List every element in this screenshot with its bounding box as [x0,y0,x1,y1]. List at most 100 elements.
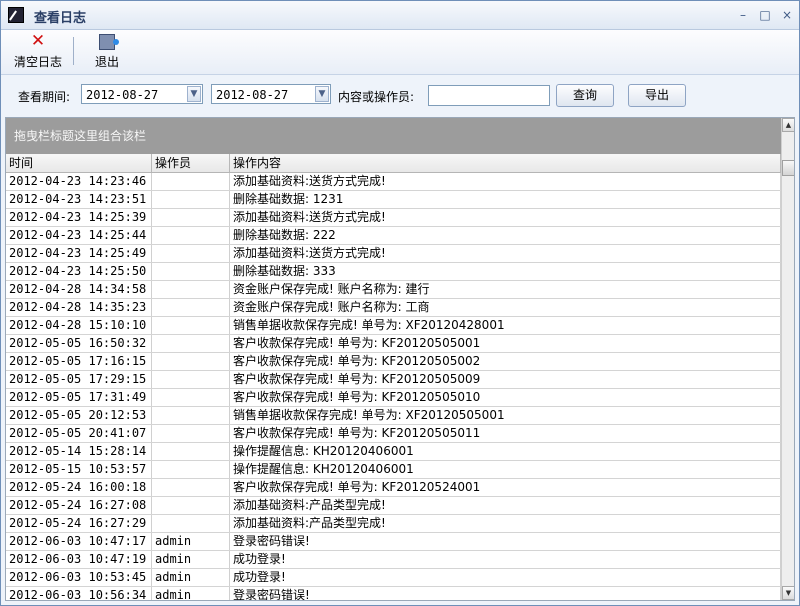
period-label: 查看期间: [18,90,71,104]
title-bar[interactable]: 查看日志 – □ × [1,1,799,30]
content-operator-label: 内容或操作员: [338,90,415,104]
table-row[interactable]: 2012-04-23 14:25:49 添加基础资料:送货方式完成! [6,245,781,263]
table-cell-operator [152,209,230,226]
table-cell-content: 删除基础数据: 333 [230,263,781,280]
column-header-operator[interactable]: 操作员 [152,154,230,172]
table-row[interactable]: 2012-05-14 15:28:14 操作提醒信息: KH20120406001 [6,443,781,461]
table-cell-content: 操作提醒信息: KH20120406001 [230,461,781,478]
table-row[interactable]: 2012-05-05 16:50:32 客户收款保存完成! 单号为: KF2012… [6,335,781,353]
table-cell-operator [152,299,230,316]
table-cell-operator [152,245,230,262]
table-row[interactable]: 2012-05-05 20:41:07 客户收款保存完成! 单号为: KF2012… [6,425,781,443]
table-cell-content: 成功登录! [230,551,781,568]
table-row[interactable]: 2012-06-03 10:47:17 admin 登录密码错误! [6,533,781,551]
table-cell-time: 2012-05-05 20:41:07 [6,425,152,442]
table-cell-content: 添加基础资料:产品类型完成! [230,515,781,532]
table-row[interactable]: 2012-04-28 14:34:58 资金账户保存完成! 账户名称为: 建行 [6,281,781,299]
exit-door-icon [99,34,119,50]
table-cell-operator [152,461,230,478]
table-row[interactable]: 2012-06-03 10:56:34 admin 登录密码错误! [6,587,781,600]
table-cell-content: 操作提醒信息: KH20120406001 [230,443,781,460]
table-cell-time: 2012-05-24 16:27:29 [6,515,152,532]
table-cell-time: 2012-06-03 10:47:17 [6,533,152,550]
table-row[interactable]: 2012-05-24 16:27:08 添加基础资料:产品类型完成! [6,497,781,515]
table-row[interactable]: 2012-04-23 14:25:39 添加基础资料:送货方式完成! [6,209,781,227]
window-title: 查看日志 [34,11,87,26]
table-cell-time: 2012-04-28 14:34:58 [6,281,152,298]
log-window: 查看日志 – □ × ✕ 清空日志 退出 查看期间: 2012-08-27 ▼ … [0,0,800,606]
clear-log-button[interactable]: ✕ 清空日志 [8,32,68,70]
export-button[interactable]: 导出 [628,84,686,107]
table-cell-operator [152,497,230,514]
grid-header: 时间 操作员 操作内容 [6,154,781,173]
table-cell-time: 2012-06-03 10:56:34 [6,587,152,600]
table-row[interactable]: 2012-04-28 14:35:23 资金账户保存完成! 账户名称为: 工商 [6,299,781,317]
table-cell-operator [152,227,230,244]
table-cell-time: 2012-04-23 14:25:50 [6,263,152,280]
content-operator-input[interactable] [428,85,550,106]
table-row[interactable]: 2012-05-05 17:31:49 客户收款保存完成! 单号为: KF2012… [6,389,781,407]
chevron-down-icon[interactable]: ▼ [315,86,329,102]
table-cell-operator [152,263,230,280]
log-grid: 拖曳栏标题这里组合该栏 时间 操作员 操作内容 2012-04-23 14:23… [5,117,795,601]
table-cell-operator [152,371,230,388]
table-cell-time: 2012-05-05 20:12:53 [6,407,152,424]
table-cell-time: 2012-05-24 16:00:18 [6,479,152,496]
scroll-down-icon[interactable]: ▼ [782,586,794,600]
table-cell-time: 2012-06-03 10:53:45 [6,569,152,586]
table-row[interactable]: 2012-05-24 16:27:29 添加基础资料:产品类型完成! [6,515,781,533]
table-cell-content: 资金账户保存完成! 账户名称为: 建行 [230,281,781,298]
table-cell-content: 添加基础资料:送货方式完成! [230,209,781,226]
column-header-time[interactable]: 时间 [6,154,152,172]
table-row[interactable]: 2012-04-28 15:10:10 销售单据收款保存完成! 单号为: XF20… [6,317,781,335]
table-cell-operator [152,479,230,496]
table-cell-operator [152,335,230,352]
table-row[interactable]: 2012-05-05 17:16:15 客户收款保存完成! 单号为: KF2012… [6,353,781,371]
table-row[interactable]: 2012-04-23 14:25:44 删除基础数据: 222 [6,227,781,245]
toolbar: ✕ 清空日志 退出 [1,30,799,75]
table-cell-operator [152,425,230,442]
table-row[interactable]: 2012-05-24 16:00:18 客户收款保存完成! 单号为: KF2012… [6,479,781,497]
toolbar-separator [73,37,74,65]
scroll-up-icon[interactable]: ▲ [782,118,794,132]
table-row[interactable]: 2012-05-05 20:12:53 销售单据收款保存完成! 单号为: XF20… [6,407,781,425]
filter-bar: 查看期间: 2012-08-27 ▼ 2012-08-27 ▼ 内容或操作员: … [1,75,799,117]
table-cell-time: 2012-04-23 14:23:51 [6,191,152,208]
maximize-button[interactable]: □ [757,7,773,23]
table-cell-content: 客户收款保存完成! 单号为: KF20120524001 [230,479,781,496]
table-cell-time: 2012-04-28 14:35:23 [6,299,152,316]
table-cell-operator [152,281,230,298]
table-row[interactable]: 2012-04-23 14:23:51 删除基础数据: 1231 [6,191,781,209]
table-cell-content: 资金账户保存完成! 账户名称为: 工商 [230,299,781,316]
column-header-content[interactable]: 操作内容 [230,154,781,172]
table-row[interactable]: 2012-06-03 10:47:19 admin 成功登录! [6,551,781,569]
table-row[interactable]: 2012-04-23 14:25:50 删除基础数据: 333 [6,263,781,281]
table-cell-time: 2012-05-05 17:31:49 [6,389,152,406]
table-cell-content: 登录密码错误! [230,533,781,550]
table-cell-content: 客户收款保存完成! 单号为: KF20120505009 [230,371,781,388]
minimize-button[interactable]: – [735,7,751,23]
table-cell-operator: admin [152,551,230,568]
table-cell-operator [152,443,230,460]
group-by-panel[interactable]: 拖曳栏标题这里组合该栏 [6,118,781,154]
start-date-picker[interactable]: 2012-08-27 ▼ [81,84,203,104]
query-button[interactable]: 查询 [556,84,614,107]
scroll-thumb[interactable] [782,160,794,176]
table-cell-operator [152,173,230,190]
table-row[interactable]: 2012-05-15 10:53:57 操作提醒信息: KH20120406001 [6,461,781,479]
table-cell-time: 2012-05-05 17:16:15 [6,353,152,370]
table-row[interactable]: 2012-04-23 14:23:46 添加基础资料:送货方式完成! [6,173,781,191]
close-button[interactable]: × [779,7,795,23]
table-row[interactable]: 2012-05-05 17:29:15 客户收款保存完成! 单号为: KF2012… [6,371,781,389]
clear-log-label: 清空日志 [13,55,62,69]
table-cell-content: 销售单据收款保存完成! 单号为: XF20120428001 [230,317,781,334]
table-cell-content: 客户收款保存完成! 单号为: KF20120505011 [230,425,781,442]
vertical-scrollbar[interactable]: ▲ ▼ [781,118,794,600]
end-date-picker[interactable]: 2012-08-27 ▼ [211,84,331,104]
chevron-down-icon[interactable]: ▼ [187,86,201,102]
table-row[interactable]: 2012-06-03 10:53:45 admin 成功登录! [6,569,781,587]
exit-label: 退出 [94,55,119,69]
table-cell-content: 成功登录! [230,569,781,586]
exit-button[interactable]: 退出 [89,32,125,70]
table-cell-content: 登录密码错误! [230,587,781,600]
